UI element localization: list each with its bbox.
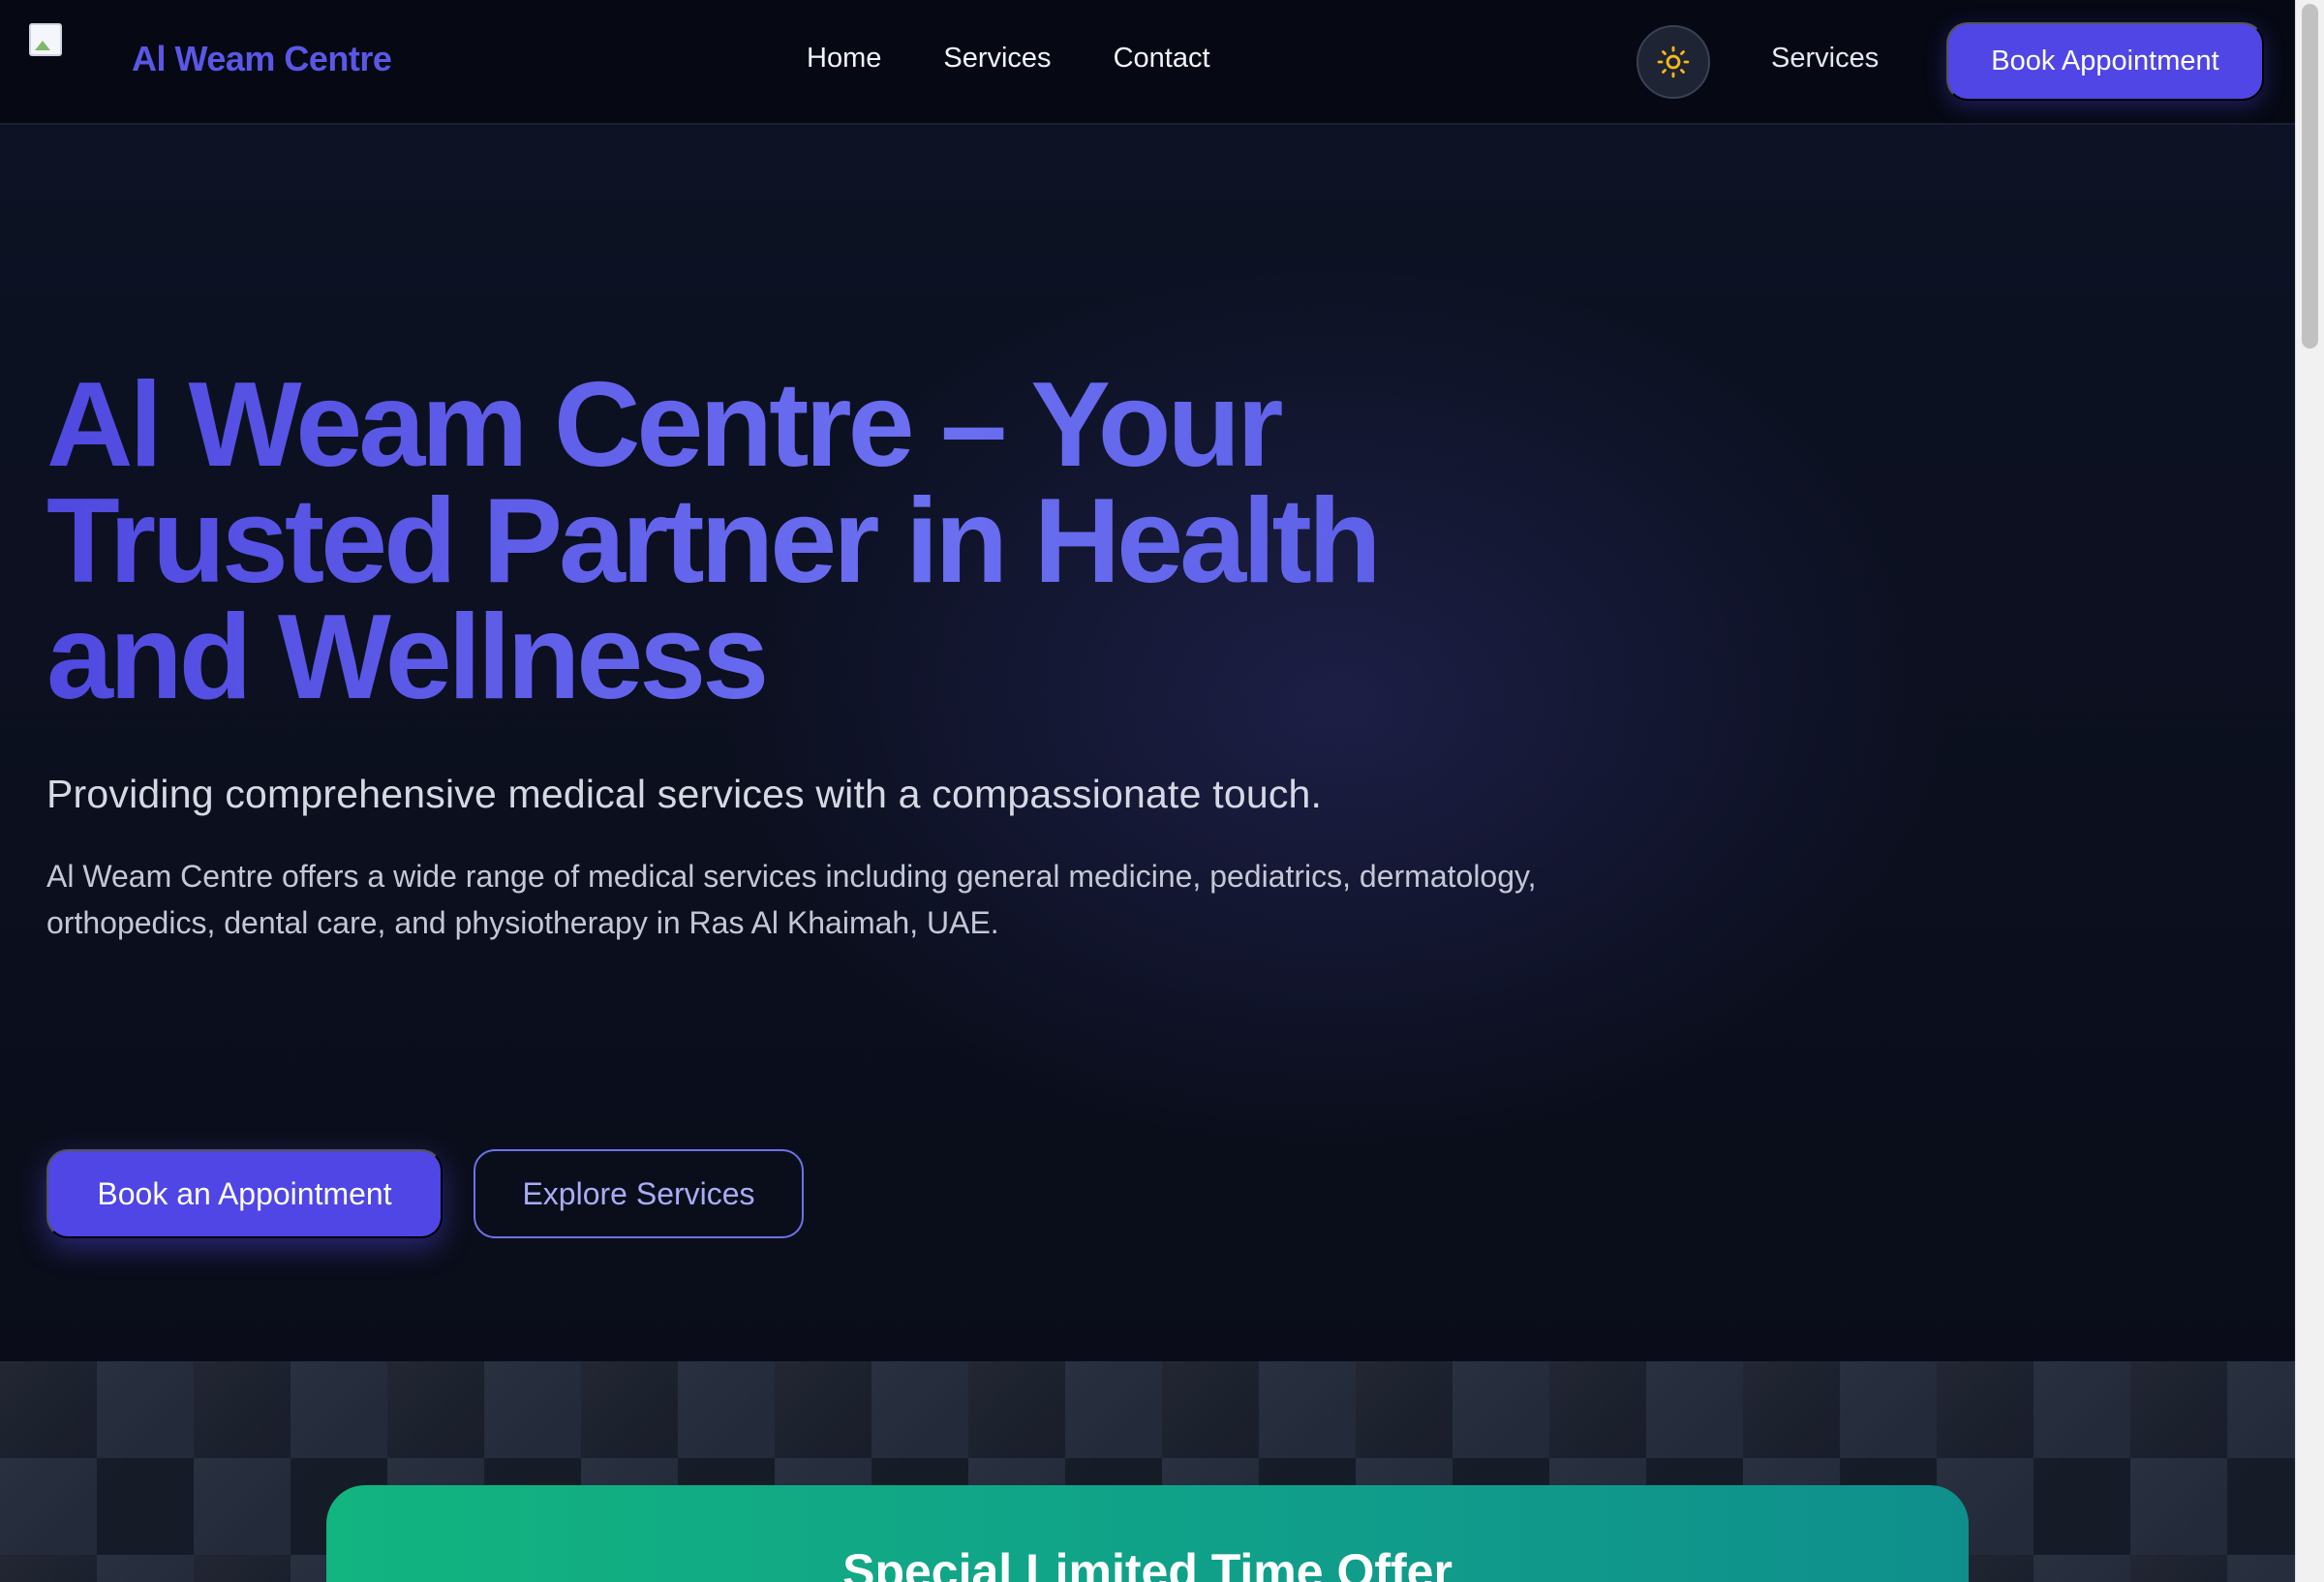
scrollbar-thumb[interactable]	[2302, 4, 2318, 349]
hero-subtitle: Providing comprehensive medical services…	[46, 772, 1323, 816]
sun-icon	[1657, 46, 1690, 78]
page-scrollbar[interactable]	[2295, 0, 2324, 1582]
broken-logo-image-icon[interactable]	[29, 23, 62, 56]
theme-toggle-button[interactable]	[1636, 25, 1710, 99]
nav-contact[interactable]: Contact	[1114, 43, 1210, 75]
header-services-link[interactable]: Services	[1771, 43, 1879, 75]
hero-section: Al Weam Centre – Your Trusted Partner in…	[0, 125, 2295, 1361]
hero-description: Al Weam Centre offers a wide range of me…	[46, 859, 1537, 940]
navbar: Al Weam Centre Home Services Contact Ser…	[0, 0, 2295, 125]
nav-services[interactable]: Services	[943, 43, 1051, 75]
offer-section: Special Limited Time Offer	[0, 1361, 2295, 1582]
page: Al Weam Centre Home Services Contact Ser…	[0, 0, 2324, 1582]
book-an-appointment-button[interactable]: Book an Appointment	[46, 1149, 443, 1238]
book-appointment-button[interactable]: Book Appointment	[1946, 22, 2264, 101]
hero-title: Al Weam Centre – Your Trusted Partner in…	[46, 365, 1480, 717]
offer-title: Special Limited Time Offer	[842, 1544, 1452, 1582]
nav-home[interactable]: Home	[807, 43, 881, 75]
offer-card: Special Limited Time Offer	[326, 1485, 1969, 1582]
explore-services-button[interactable]: Explore Services	[474, 1149, 804, 1238]
main-nav: Home Services Contact	[807, 43, 1210, 75]
brand-name[interactable]: Al Weam Centre	[132, 39, 392, 79]
